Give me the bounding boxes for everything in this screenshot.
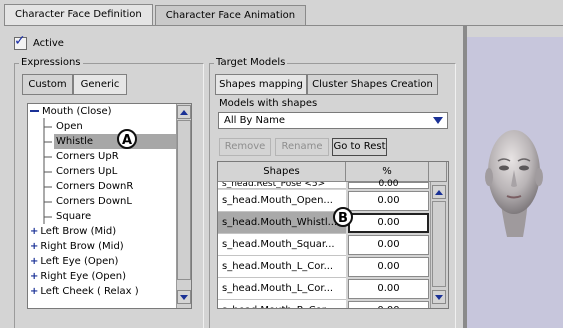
table-row-partial[interactable]: s_head.Rest_Pose <5> [218,182,346,189]
tree-item-label: Open [56,121,83,132]
table-row-selected[interactable]: s_head.Mouth_Whistl... [218,212,346,234]
percent-cell[interactable]: 0.00 [348,301,429,308]
plus-icon[interactable]: + [30,286,38,297]
tab-character-face-animation[interactable]: Character Face Animation [154,5,307,25]
plus-icon[interactable]: + [30,271,38,282]
scroll-down-button[interactable] [177,290,191,304]
scroll-thumb[interactable] [432,201,446,287]
table-row[interactable]: s_head.Mouth_R_Cor... [218,300,346,308]
tree-item-right-eye[interactable]: + Right Eye (Open) [30,269,126,284]
active-checkbox[interactable]: ✓ [14,33,27,50]
tree-item-label: Left Brow (Mid) [40,226,117,237]
main-tabs: Character Face Definition Character Face… [4,4,307,26]
tab-custom[interactable]: Custom [22,74,73,95]
head-model-image [485,130,543,237]
tab-cluster-shapes-creation[interactable]: Cluster Shapes Creation [307,74,438,95]
tree-item-left-brow[interactable]: + Left Brow (Mid) [30,224,116,239]
active-toggle[interactable]: ✓ Active [14,33,64,50]
tree-item-label: Corners UpL [56,166,118,177]
3d-viewport[interactable] [467,37,563,328]
percent-cell[interactable]: 0.00 [348,257,429,277]
scroll-up-button[interactable] [432,185,446,199]
models-combo[interactable]: All By Name [218,112,448,129]
expressions-tree: Mouth (Close) Open Whistle Corners UpR C… [27,103,192,309]
percent-cell[interactable]: 0.00 [348,235,429,255]
scroll-thumb[interactable] [177,120,191,280]
active-label: Active [33,38,64,49]
tree-item-label: Right Eye (Open) [40,271,126,282]
tab-generic[interactable]: Generic [73,74,127,95]
plus-icon[interactable]: + [30,256,38,267]
tree-item-square[interactable]: Square [56,209,91,224]
percent-cell-selected[interactable]: 0.00 [348,213,429,233]
remove-button[interactable]: Remove [219,138,271,156]
down-arrow-icon [180,294,188,300]
tree-item-whistle[interactable]: Whistle [54,134,178,149]
rename-button[interactable]: Rename [275,138,329,156]
tree-item-label: Mouth (Close) [42,106,112,117]
tree-item-corners-upr[interactable]: Corners UpR [56,149,119,164]
tree-item-label: Whistle [56,136,94,147]
go-to-rest-button[interactable]: Go to Rest [332,138,387,156]
tree-item-corners-downl[interactable]: Corners DownL [56,194,132,209]
table-row[interactable]: s_head.Mouth_Open... [218,190,346,212]
up-arrow-icon [435,189,443,195]
callout-a: A [117,129,137,149]
tree-item-corners-upl[interactable]: Corners UpL [56,164,117,179]
plus-icon[interactable]: + [30,226,38,237]
shapes-table: Shapes % s_head.Rest_Pose <5> 0.00 s_hea… [217,161,449,309]
percent-cell[interactable]: 0.00 [348,279,429,299]
face-editor-window: Character Face Definition Character Face… [0,0,563,328]
minus-icon[interactable] [30,110,39,112]
tree-item-label: Corners DownL [56,196,132,207]
tab-shapes-mapping[interactable]: Shapes mapping [215,74,307,95]
tree-item-open[interactable]: Open [56,119,83,134]
plus-icon[interactable]: + [30,241,38,252]
corner-header [429,162,447,182]
table-scrollbar[interactable] [430,182,448,308]
tree-item-label: Left Eye (Open) [40,256,119,267]
dropdown-arrow-icon[interactable] [433,117,443,124]
expressions-legend: Expressions [19,57,83,69]
callout-b: B [333,207,353,227]
scroll-down-button[interactable] [432,290,446,304]
tree-item-label: Right Brow (Mid) [40,241,124,252]
tree-item-right-brow[interactable]: + Right Brow (Mid) [30,239,124,254]
models-combo-value: All By Name [224,115,286,126]
tree-item-label: Corners UpR [56,151,119,162]
tree-item-label: Corners DownR [56,181,134,192]
table-row[interactable]: s_head.Mouth_L_Cor... [218,256,346,278]
table-row[interactable]: s_head.Mouth_Squar... [218,234,346,256]
percent-cell-partial[interactable]: 0.00 [348,180,429,189]
target-models-legend: Target Models [214,57,288,69]
shapes-column-header[interactable]: Shapes [218,162,346,182]
table-row[interactable]: s_head.Mouth_L_Cor... [218,278,346,300]
tree-item-left-eye[interactable]: + Left Eye (Open) [30,254,118,269]
tree-item-label: Square [56,211,92,222]
percent-cell[interactable]: 0.00 [348,191,429,211]
tree-item-mouth-close[interactable]: Mouth (Close) [30,104,112,119]
down-arrow-icon [435,294,443,300]
checkmark-icon: ✓ [14,33,26,49]
scroll-up-button[interactable] [177,105,191,119]
up-arrow-icon [180,109,188,115]
tree-item-corners-downr[interactable]: Corners DownR [56,179,133,194]
tab-character-face-definition[interactable]: Character Face Definition [4,4,153,26]
tab-divider [4,25,563,26]
tree-item-label: Left Cheek ( Relax ) [40,286,139,297]
models-with-shapes-label: Models with shapes [219,98,318,109]
tree-item-left-cheek[interactable]: + Left Cheek ( Relax ) [30,284,139,299]
tree-scrollbar[interactable] [176,104,191,308]
